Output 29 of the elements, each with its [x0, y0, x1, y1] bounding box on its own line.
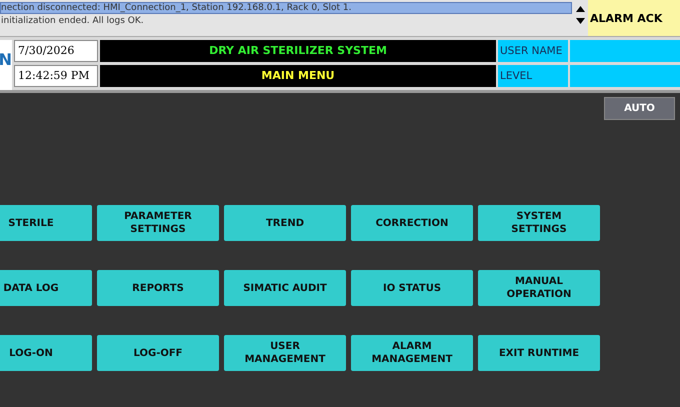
time-display: 12:42:59 PM — [14, 65, 98, 87]
menu-button[interactable]: SYSTEM SETTINGS — [478, 205, 600, 241]
menu-button[interactable]: CORRECTION — [351, 205, 473, 241]
menu-button[interactable]: LOG-ON — [0, 335, 92, 371]
screen-title: MAIN MENU — [100, 65, 496, 87]
user-name-field[interactable] — [570, 40, 680, 62]
user-name-label: USER NAME — [498, 40, 568, 62]
alarm-row[interactable]: nection disconnected: HMI_Connection_1, Station 192.168.0.1, Rack 0, Slot 1. — [0, 2, 572, 14]
menu-button[interactable]: PARAMETER SETTINGS — [97, 205, 219, 241]
scroll-down-icon[interactable] — [576, 18, 584, 24]
menu-button[interactable]: REPORTS — [97, 270, 219, 306]
menu-button[interactable]: TREND — [224, 205, 346, 241]
alarm-ack-button[interactable]: ALARM ACK — [588, 0, 680, 36]
auto-button[interactable]: AUTO — [604, 97, 675, 120]
menu-button[interactable]: EXIT RUNTIME — [478, 335, 600, 371]
scroll-up-icon[interactable] — [576, 6, 584, 12]
level-label: LEVEL — [498, 65, 568, 87]
alarm-row[interactable]: initialization ended. All logs OK. — [0, 15, 572, 27]
menu-button[interactable]: SIMATIC AUDIT — [224, 270, 346, 306]
menu-button[interactable]: IO STATUS — [351, 270, 473, 306]
menu-button[interactable]: DATA LOG — [0, 270, 92, 306]
system-title: DRY AIR STERILIZER SYSTEM — [100, 40, 496, 62]
logo: N — [0, 40, 12, 90]
menu-button[interactable]: ALARM MANAGEMENT — [351, 335, 473, 371]
menu-button[interactable]: MANUAL OPERATION — [478, 270, 600, 306]
date-display: 7/30/2026 — [14, 40, 98, 62]
menu-button[interactable]: STERILE — [0, 205, 92, 241]
menu-button[interactable]: USER MANAGEMENT — [224, 335, 346, 371]
menu-button[interactable]: LOG-OFF — [97, 335, 219, 371]
